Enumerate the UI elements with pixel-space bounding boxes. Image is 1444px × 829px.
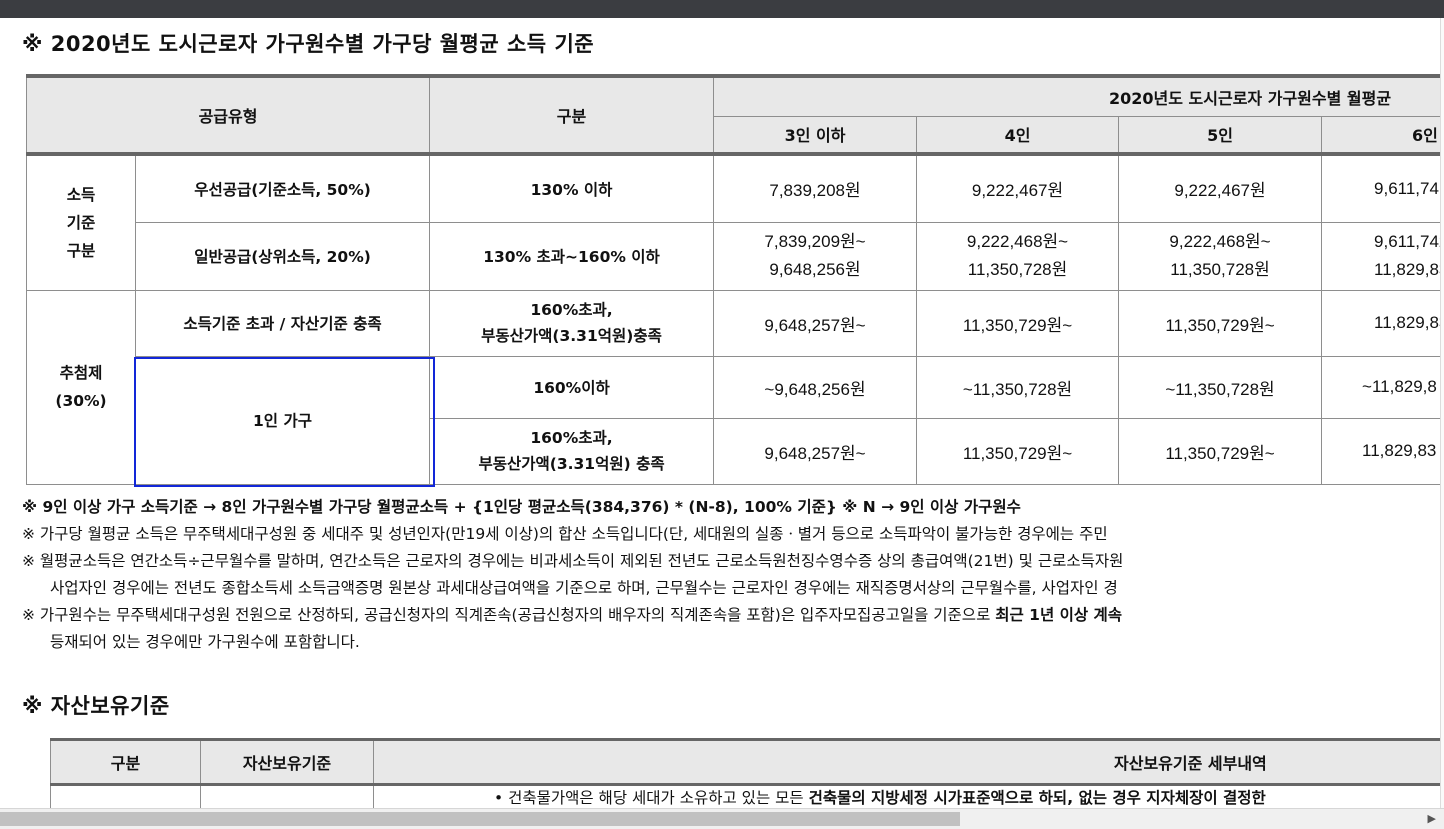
- row-priority-div: 130% 이하: [429, 153, 715, 223]
- cell: 7,839,209원~ 9,648,256원: [713, 221, 918, 291]
- asset-table-viewport: 구분 자산보유기준 자산보유기준 세부내역 • 건축물가액은 해당 세대가 소유…: [50, 738, 1440, 808]
- cell: 11,350,729원~: [916, 417, 1120, 485]
- header-division: 구분: [429, 75, 715, 155]
- asset-header-division: 구분: [50, 739, 201, 785]
- horizontal-scrollbar-thumb[interactable]: [0, 812, 960, 826]
- note-9plus: ※ 9인 이상 가구 소득기준 → 8인 가구원수별 가구당 월평균소득 + {…: [22, 498, 1021, 516]
- cell: 9,648,257원~: [713, 289, 918, 357]
- cell: 11,350,729원~: [1118, 417, 1323, 485]
- row-single-div-2: 160%초과, 부동산가액(3.31억원) 충족: [429, 417, 715, 485]
- asset-detail-bold: 건축물의 지방세정 시가표준액으로 하되, 없는 경우 지자체장이 결정한: [808, 789, 1266, 807]
- cell: ~11,350,728원: [1118, 355, 1323, 419]
- cell: 9,648,257원~: [713, 417, 918, 485]
- cell: 9,611,742 11,829,83: [1321, 221, 1440, 291]
- vertical-scrollbar-edge[interactable]: [1440, 18, 1444, 808]
- header-household-group: 2020년도 도시근로자 가구원수별 월평균: [713, 75, 1440, 117]
- cell: 9,222,468원~ 11,350,728원: [916, 221, 1120, 291]
- header-supply-type: 공급유형: [26, 75, 431, 155]
- note-household-count: ※ 가구원수는 무주택세대구성원 전원으로 산정하되, 공급신청자의 직계존속(…: [22, 603, 1122, 625]
- cell: 9,611,74: [1321, 153, 1440, 223]
- cell: 11,350,729원~: [916, 289, 1120, 357]
- row-general-div: 130% 초과~160% 이하: [429, 221, 715, 291]
- header-col-4: 4인: [916, 115, 1120, 155]
- window-top-bar: [0, 0, 1444, 18]
- cell: 9,222,468원~ 11,350,728원: [1118, 221, 1323, 291]
- asset-cell: [200, 784, 374, 808]
- note-household-text: ※ 가구원수는 무주택세대구성원 전원으로 산정하되, 공급신청자의 직계존속(…: [22, 606, 996, 624]
- asset-standard-table: 구분 자산보유기준 자산보유기준 세부내역 • 건축물가액은 해당 세대가 소유…: [50, 738, 1440, 808]
- row-general-type: 일반공급(상위소득, 20%): [134, 221, 431, 291]
- row-exceed-div: 160%초과, 부동산가액(3.31억원)충족: [429, 289, 715, 357]
- asset-header-detail: 자산보유기준 세부내역: [373, 739, 1440, 785]
- asset-header-standard: 자산보유기준: [200, 739, 374, 785]
- cell: ~11,829,8: [1321, 355, 1440, 419]
- row-single-div-1: 160%이하: [429, 355, 715, 419]
- row-priority-type: 우선공급(기준소득, 50%): [134, 153, 431, 223]
- income-standard-title: ※ 2020년도 도시근로자 가구원수별 가구당 월평균 소득 기준: [22, 32, 595, 56]
- notes-block: ※ 9인 이상 가구 소득기준 → 8인 가구원수별 가구당 월평균소득 + {…: [22, 493, 1442, 633]
- note-registered: 등재되어 있는 경우에만 가구원수에 포함합니다.: [50, 633, 360, 651]
- cell: ~9,648,256원: [713, 355, 918, 419]
- cell-selection-highlight: [134, 357, 435, 487]
- row-exceed-type: 소득기준 초과 / 자산기준 충족: [134, 289, 431, 357]
- cell: 11,350,729원~: [1118, 289, 1323, 357]
- note-household-bold: 최근 1년 이상 계속: [995, 606, 1123, 624]
- note-avg-income: ※ 월평균소득은 연간소득÷근무월수를 말하며, 연간소득은 근로자의 경우에는…: [22, 552, 1124, 570]
- header-col-5: 5인: [1118, 115, 1323, 155]
- scroll-right-arrow-icon[interactable]: ▶: [1428, 812, 1436, 825]
- header-col-6: 6인: [1321, 115, 1440, 155]
- cell: 11,829,83: [1321, 417, 1440, 485]
- asset-cell: [50, 784, 201, 808]
- cell: 9,222,467원: [1118, 153, 1323, 223]
- note-business: 사업자인 경우에는 전년도 종합소득세 소득금액증명 원본상 과세대상급여액을 …: [50, 579, 1118, 597]
- group-lottery: 추첨제 (30%): [26, 289, 136, 485]
- cell: ~11,350,728원: [916, 355, 1120, 419]
- asset-detail-cell: • 건축물가액은 해당 세대가 소유하고 있는 모든 건축물의 지방세정 시가표…: [373, 784, 1440, 808]
- cell: 9,222,467원: [916, 153, 1120, 223]
- cell: 7,839,208원: [713, 153, 918, 223]
- asset-standard-title: ※ 자산보유기준: [22, 694, 170, 718]
- cell: 11,829,83: [1321, 289, 1440, 357]
- asset-detail-text: • 건축물가액은 해당 세대가 소유하고 있는 모든: [494, 789, 809, 807]
- group-income-basis: 소득 기준 구분: [26, 153, 136, 291]
- header-col-3: 3인 이하: [713, 115, 918, 155]
- note-monthly-income: ※ 가구당 월평균 소득은 무주택세대구성원 중 세대주 및 성년인자(만19세…: [22, 525, 1108, 543]
